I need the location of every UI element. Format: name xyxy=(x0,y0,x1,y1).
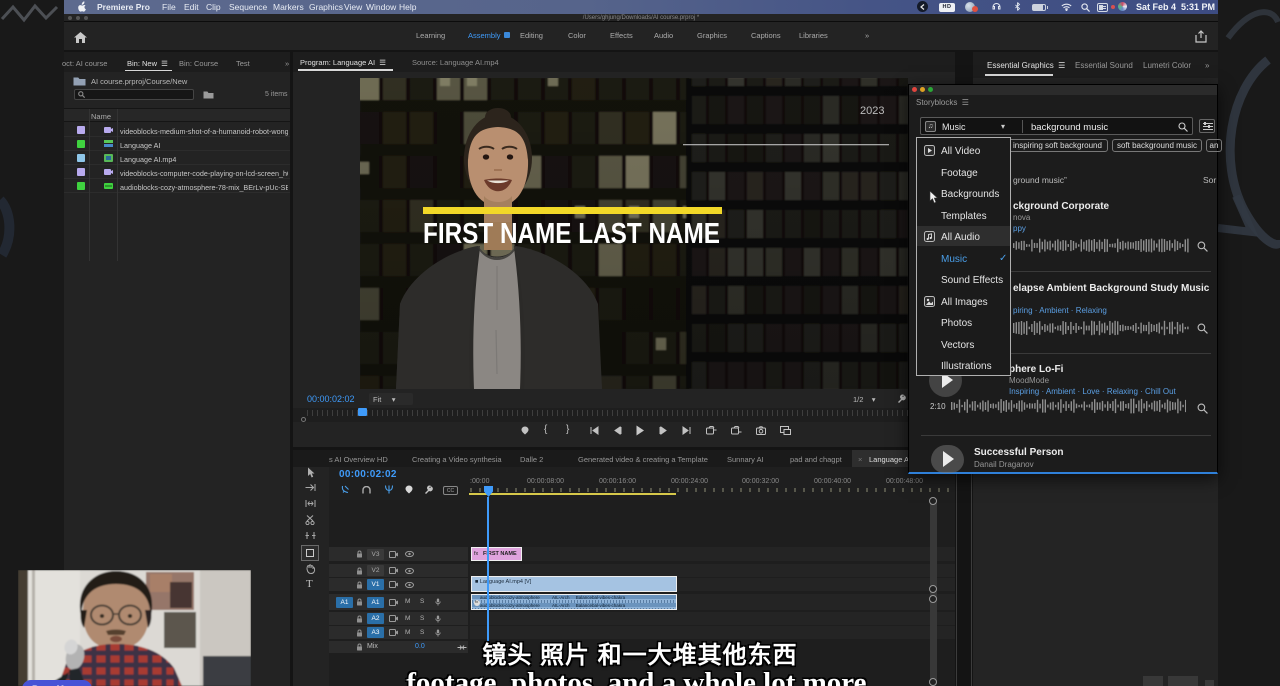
svg-text:2023: 2023 xyxy=(860,105,884,117)
svg-text:FIRST NAME LAST NAME: FIRST NAME LAST NAME xyxy=(423,218,720,250)
